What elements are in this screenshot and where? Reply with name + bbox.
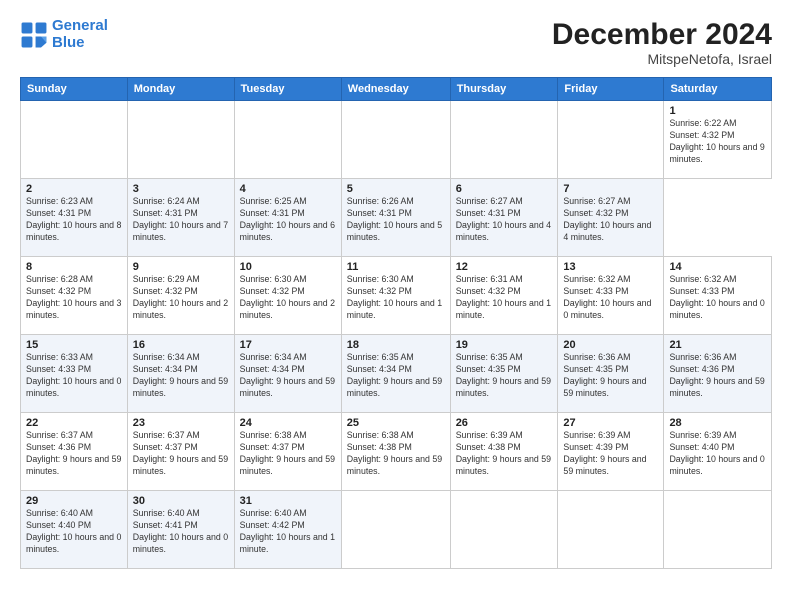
table-row: 31Sunrise: 6:40 AMSunset: 4:42 PMDayligh… (234, 491, 341, 569)
empty-cell (234, 101, 341, 179)
location: MitspeNetofa, Israel (552, 51, 772, 67)
page-header: General Blue December 2024 MitspeNetofa,… (20, 18, 772, 67)
table-row: 18Sunrise: 6:35 AMSunset: 4:34 PMDayligh… (341, 335, 450, 413)
calendar-header-row: Sunday Monday Tuesday Wednesday Thursday… (21, 78, 772, 101)
table-row: 17Sunrise: 6:34 AMSunset: 4:34 PMDayligh… (234, 335, 341, 413)
table-row: 28Sunrise: 6:39 AMSunset: 4:40 PMDayligh… (664, 413, 772, 491)
table-row: 14Sunrise: 6:32 AMSunset: 4:33 PMDayligh… (664, 257, 772, 335)
calendar-week-5: 22Sunrise: 6:37 AMSunset: 4:36 PMDayligh… (21, 413, 772, 491)
table-row: 6Sunrise: 6:27 AMSunset: 4:31 PMDaylight… (450, 179, 558, 257)
empty-cell (558, 491, 664, 569)
logo: General Blue (20, 18, 108, 51)
table-row: 25Sunrise: 6:38 AMSunset: 4:38 PMDayligh… (341, 413, 450, 491)
table-row: 10Sunrise: 6:30 AMSunset: 4:32 PMDayligh… (234, 257, 341, 335)
logo-icon (20, 21, 48, 49)
table-row: 5Sunrise: 6:26 AMSunset: 4:31 PMDaylight… (341, 179, 450, 257)
calendar-week-4: 15Sunrise: 6:33 AMSunset: 4:33 PMDayligh… (21, 335, 772, 413)
empty-cell (127, 101, 234, 179)
col-saturday: Saturday (664, 78, 772, 101)
col-wednesday: Wednesday (341, 78, 450, 101)
empty-cell (341, 101, 450, 179)
table-row: 8Sunrise: 6:28 AMSunset: 4:32 PMDaylight… (21, 257, 128, 335)
table-row: 26Sunrise: 6:39 AMSunset: 4:38 PMDayligh… (450, 413, 558, 491)
col-tuesday: Tuesday (234, 78, 341, 101)
empty-cell (341, 491, 450, 569)
calendar-week-1: 1Sunrise: 6:22 AMSunset: 4:32 PMDaylight… (21, 101, 772, 179)
col-friday: Friday (558, 78, 664, 101)
calendar-table: Sunday Monday Tuesday Wednesday Thursday… (20, 77, 772, 569)
table-row: 23Sunrise: 6:37 AMSunset: 4:37 PMDayligh… (127, 413, 234, 491)
title-area: December 2024 MitspeNetofa, Israel (552, 18, 772, 67)
table-row: 21Sunrise: 6:36 AMSunset: 4:36 PMDayligh… (664, 335, 772, 413)
empty-cell (664, 491, 772, 569)
table-row: 16Sunrise: 6:34 AMSunset: 4:34 PMDayligh… (127, 335, 234, 413)
table-row: 15Sunrise: 6:33 AMSunset: 4:33 PMDayligh… (21, 335, 128, 413)
table-row: 19Sunrise: 6:35 AMSunset: 4:35 PMDayligh… (450, 335, 558, 413)
logo-line1: General (52, 17, 108, 34)
empty-cell (558, 101, 664, 179)
table-row: 13Sunrise: 6:32 AMSunset: 4:33 PMDayligh… (558, 257, 664, 335)
table-row: 30Sunrise: 6:40 AMSunset: 4:41 PMDayligh… (127, 491, 234, 569)
calendar-week-6: 29Sunrise: 6:40 AMSunset: 4:40 PMDayligh… (21, 491, 772, 569)
table-row: 1Sunrise: 6:22 AMSunset: 4:32 PMDaylight… (664, 101, 772, 179)
empty-cell (21, 101, 128, 179)
calendar-week-3: 8Sunrise: 6:28 AMSunset: 4:32 PMDaylight… (21, 257, 772, 335)
empty-cell (450, 101, 558, 179)
table-row: 9Sunrise: 6:29 AMSunset: 4:32 PMDaylight… (127, 257, 234, 335)
calendar-week-2: 2Sunrise: 6:23 AMSunset: 4:31 PMDaylight… (21, 179, 772, 257)
table-row: 24Sunrise: 6:38 AMSunset: 4:37 PMDayligh… (234, 413, 341, 491)
table-row: 20Sunrise: 6:36 AMSunset: 4:35 PMDayligh… (558, 335, 664, 413)
table-row: 4Sunrise: 6:25 AMSunset: 4:31 PMDaylight… (234, 179, 341, 257)
table-row: 7Sunrise: 6:27 AMSunset: 4:32 PMDaylight… (558, 179, 664, 257)
table-row: 22Sunrise: 6:37 AMSunset: 4:36 PMDayligh… (21, 413, 128, 491)
logo-line2: Blue (52, 34, 85, 51)
col-thursday: Thursday (450, 78, 558, 101)
table-row: 29Sunrise: 6:40 AMSunset: 4:40 PMDayligh… (21, 491, 128, 569)
empty-cell (450, 491, 558, 569)
table-row: 27Sunrise: 6:39 AMSunset: 4:39 PMDayligh… (558, 413, 664, 491)
table-row: 2Sunrise: 6:23 AMSunset: 4:31 PMDaylight… (21, 179, 128, 257)
table-row: 11Sunrise: 6:30 AMSunset: 4:32 PMDayligh… (341, 257, 450, 335)
col-monday: Monday (127, 78, 234, 101)
table-row: 3Sunrise: 6:24 AMSunset: 4:31 PMDaylight… (127, 179, 234, 257)
col-sunday: Sunday (21, 78, 128, 101)
table-row: 12Sunrise: 6:31 AMSunset: 4:32 PMDayligh… (450, 257, 558, 335)
month-title: December 2024 (552, 18, 772, 51)
